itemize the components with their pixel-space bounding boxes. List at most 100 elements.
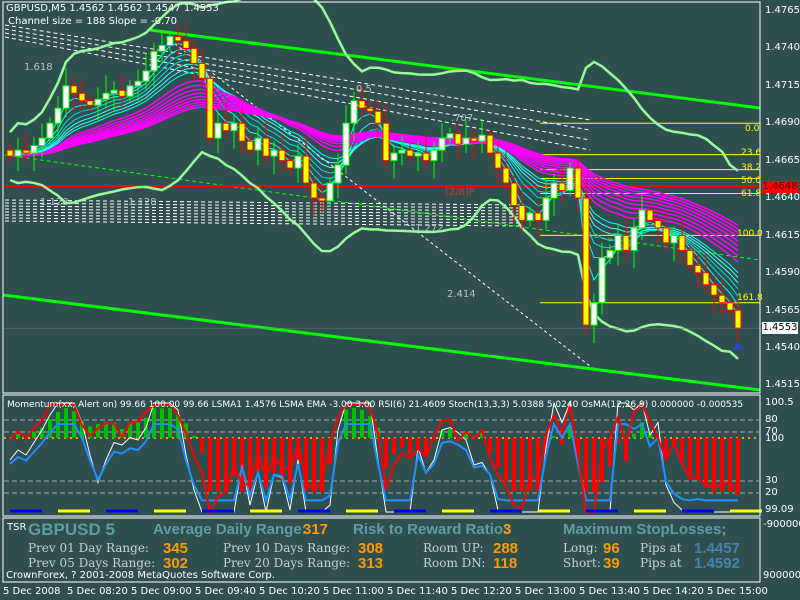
price-tick: 1.4565 bbox=[765, 305, 800, 316]
candle bbox=[246, 140, 254, 151]
candle bbox=[518, 204, 526, 221]
osma-bar bbox=[592, 438, 596, 492]
candle bbox=[582, 197, 590, 326]
osma-bar bbox=[608, 438, 612, 467]
fib-label: 1.618 bbox=[24, 62, 53, 73]
prev01-label: Prev 01 Day Range: bbox=[28, 541, 149, 555]
osma-bar bbox=[208, 438, 212, 492]
candle bbox=[110, 89, 118, 94]
prev20-label: Prev 20 Days Range: bbox=[223, 556, 351, 570]
candle bbox=[118, 89, 126, 97]
candle bbox=[542, 197, 550, 221]
pips-at-label: Pips at bbox=[640, 556, 682, 570]
price-tick: 1.4640 bbox=[765, 192, 800, 203]
osma-bar bbox=[216, 438, 220, 492]
time-tick: 5 Dec 09:40 bbox=[195, 586, 256, 597]
candle bbox=[510, 182, 518, 206]
osma-bar bbox=[536, 438, 540, 492]
osma-bar bbox=[712, 438, 716, 492]
candle bbox=[270, 149, 278, 157]
osma-bar bbox=[488, 438, 492, 452]
osma-bar bbox=[408, 438, 412, 454]
candle bbox=[686, 249, 694, 266]
candle bbox=[494, 152, 502, 169]
price-tick: 1.4765 bbox=[765, 5, 800, 16]
candle bbox=[486, 134, 494, 154]
candle bbox=[326, 182, 334, 202]
channel-lower-line bbox=[2, 293, 761, 392]
candle bbox=[54, 107, 62, 124]
candle bbox=[534, 212, 542, 221]
candle bbox=[670, 234, 678, 244]
candle bbox=[46, 122, 54, 139]
osma-bar bbox=[288, 438, 292, 483]
candle bbox=[702, 272, 710, 286]
time-tick: 5 Dec 10:20 bbox=[259, 586, 320, 597]
osma-bar bbox=[632, 433, 636, 438]
price-tick: 1.4515 bbox=[765, 379, 800, 390]
candle bbox=[134, 80, 142, 87]
prev20-value: 313 bbox=[358, 555, 384, 572]
candle bbox=[734, 309, 742, 329]
osma-bar bbox=[16, 433, 20, 438]
osma-bar bbox=[584, 438, 588, 492]
candle bbox=[478, 134, 486, 142]
osma-bar bbox=[136, 422, 140, 438]
candle bbox=[222, 122, 230, 132]
price-tick: 1.4540 bbox=[765, 342, 800, 353]
time-tick: 5 Dec 13:00 bbox=[515, 586, 576, 597]
candle bbox=[430, 149, 438, 162]
candle bbox=[342, 122, 350, 166]
candle bbox=[366, 107, 374, 112]
chart-canvas[interactable] bbox=[0, 0, 800, 600]
candle bbox=[390, 152, 398, 162]
ema-fast-line bbox=[9, 42, 739, 316]
indicator-tick: 100.5 bbox=[765, 397, 794, 408]
candle bbox=[526, 212, 534, 221]
candle bbox=[78, 92, 86, 102]
fib-level-label: 0.0 bbox=[745, 124, 760, 134]
time-tick: 5 Dec 09:00 bbox=[131, 586, 192, 597]
time-tick: 5 Dec 08:20 bbox=[67, 586, 128, 597]
osma-bar bbox=[512, 438, 516, 492]
pivot-price-marker: 1.4648 bbox=[762, 181, 798, 193]
short-label: Short: bbox=[563, 556, 601, 570]
rr-value: 3 bbox=[503, 521, 512, 538]
candle bbox=[558, 182, 566, 192]
candle bbox=[230, 122, 238, 132]
fib-level-label: 23.6 bbox=[741, 148, 762, 158]
candle bbox=[446, 133, 454, 139]
candle bbox=[382, 122, 390, 162]
candle bbox=[622, 234, 630, 251]
fib-level-label: 100.0 bbox=[737, 229, 763, 239]
indicator-panel bbox=[4, 401, 762, 515]
osma-bar bbox=[448, 428, 452, 438]
fib-fan-line bbox=[169, 39, 596, 371]
candle bbox=[710, 284, 718, 296]
candle bbox=[94, 98, 102, 106]
candle bbox=[422, 152, 430, 162]
price-tick: 1.4715 bbox=[765, 80, 800, 91]
osma-bar bbox=[416, 438, 420, 448]
candle bbox=[294, 155, 302, 169]
info-axis-top: -9000000 bbox=[763, 519, 800, 530]
candle bbox=[470, 137, 478, 142]
room-dn-label: Room DN: bbox=[423, 556, 486, 570]
fib-label: 0.5 bbox=[356, 84, 372, 95]
info-symbol: GBPUSD 5 bbox=[28, 520, 115, 539]
indicator-tick: 80 bbox=[765, 414, 778, 425]
price-tick: 1.4740 bbox=[765, 42, 800, 53]
candle bbox=[198, 62, 206, 79]
candle bbox=[606, 249, 614, 259]
osma-bar bbox=[400, 438, 404, 449]
osma-bar bbox=[496, 438, 500, 468]
fib-level-label: 61.8 bbox=[741, 189, 762, 199]
pips-at-label: Pips at bbox=[640, 541, 682, 555]
candle bbox=[254, 137, 262, 151]
current-price-marker: 1.4553 bbox=[762, 322, 798, 334]
osma-bar bbox=[152, 408, 156, 438]
channel-info: Channel size = 188 Slope = -0.70 bbox=[8, 16, 177, 27]
candle bbox=[22, 149, 30, 154]
indicator-tick: 30 bbox=[765, 475, 778, 486]
candle bbox=[318, 197, 326, 202]
